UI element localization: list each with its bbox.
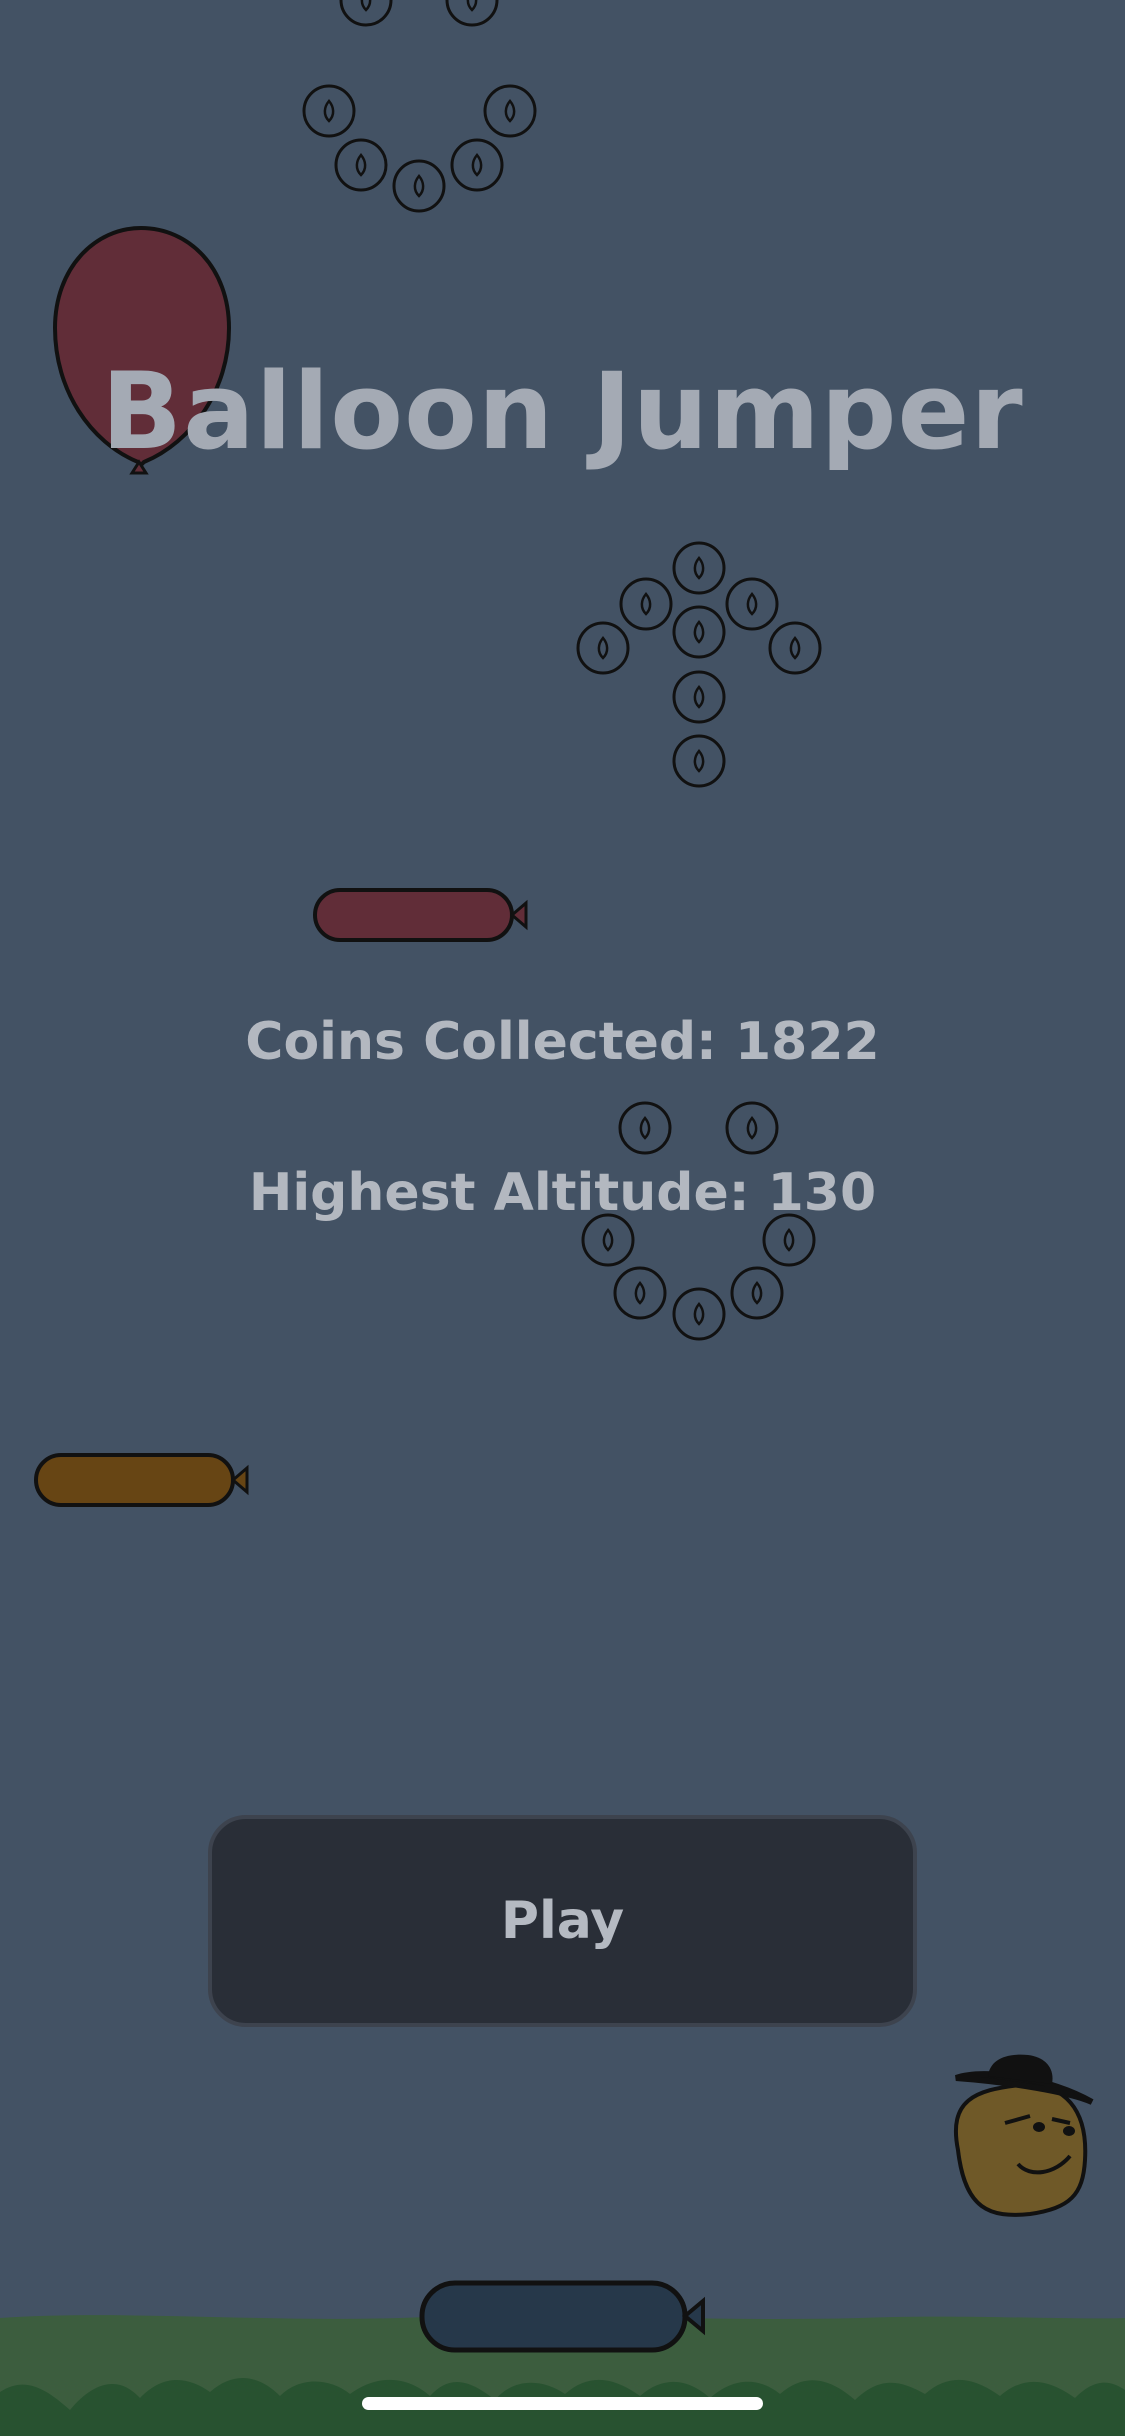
coin [576, 621, 630, 675]
coin [302, 84, 356, 138]
coin [445, 0, 499, 27]
coin [334, 138, 388, 192]
coin [339, 0, 393, 27]
game-title: Balloon Jumper [101, 350, 1024, 473]
coin [619, 577, 673, 631]
coin [672, 670, 726, 724]
highest-altitude-label: Highest Altitude: 130 [248, 1163, 877, 1223]
coin [672, 1287, 726, 1341]
coin [613, 1266, 667, 1320]
coin [730, 1266, 784, 1320]
game-screen: Balloon Jumper Coins Collected: 1822 Hig… [0, 0, 1125, 2436]
play-button-label: Play [500, 1891, 625, 1951]
coin [672, 541, 726, 595]
navy-balloon-platform [419, 2280, 705, 2353]
coin [768, 621, 822, 675]
coin [483, 84, 537, 138]
coin [672, 734, 726, 788]
coin [450, 138, 504, 192]
home-indicator[interactable] [362, 2397, 763, 2410]
coin [725, 577, 779, 631]
coin [725, 1101, 779, 1155]
coin [618, 1101, 672, 1155]
play-button[interactable]: Play [208, 1815, 917, 2027]
red-balloon-platform [313, 888, 528, 942]
player-character [953, 2054, 1094, 2217]
coins-collected-label: Coins Collected: 1822 [245, 1012, 880, 1072]
orange-balloon-platform [34, 1453, 249, 1507]
coin-cluster-arrow [576, 541, 822, 788]
coin-cluster-top [302, 0, 537, 213]
coin [392, 159, 446, 213]
coin [672, 605, 726, 659]
